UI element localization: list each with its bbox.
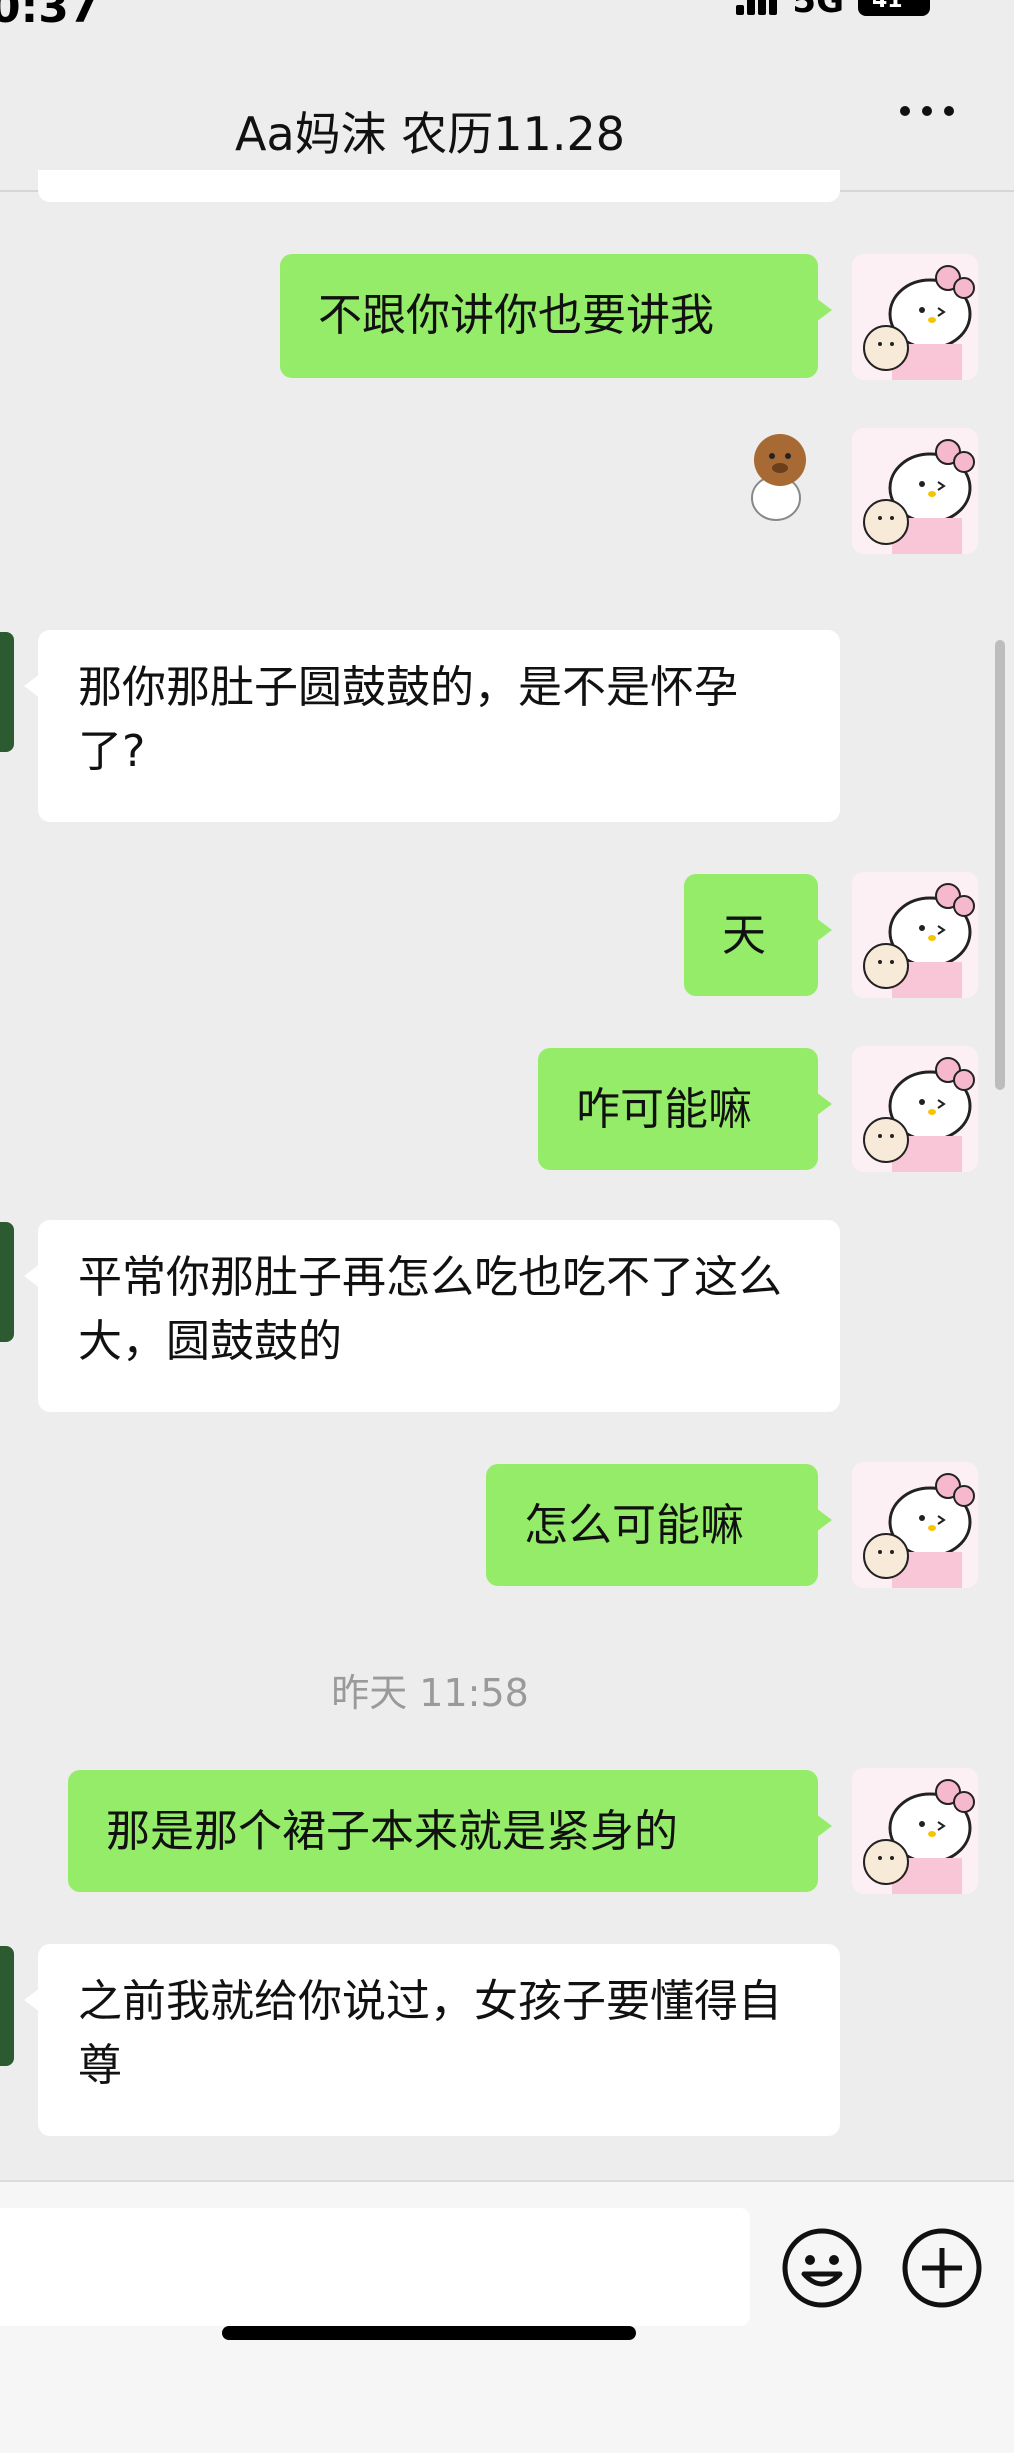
- peer-avatar[interactable]: [0, 1222, 14, 1342]
- input-bar: [0, 2180, 1014, 2453]
- message-text: 不跟你讲你也要讲我: [318, 290, 714, 341]
- peer-avatar[interactable]: [0, 632, 14, 752]
- home-indicator[interactable]: [222, 2326, 636, 2340]
- message-text: 平常你那肚子再怎么吃也吃不了这么大，圆鼓鼓的: [78, 1252, 782, 1367]
- hamster-sticker-icon[interactable]: [736, 430, 818, 530]
- hello-kitty-avatar-icon: [852, 1462, 978, 1588]
- message-text: 咋可能嘛: [576, 1084, 752, 1135]
- message-bubble-outgoing[interactable]: 天: [684, 874, 832, 996]
- message-bubble-incoming[interactable]: 平常你那肚子再怎么吃也吃不了这么大，圆鼓鼓的: [24, 1220, 840, 1412]
- self-avatar[interactable]: [852, 1768, 978, 1894]
- message-bubble-outgoing[interactable]: 不跟你讲你也要讲我: [280, 254, 832, 378]
- message-bubble-partial[interactable]: [38, 170, 840, 202]
- message-text: 怎么可能嘛: [524, 1500, 744, 1551]
- more-dots-icon[interactable]: [898, 100, 958, 124]
- chat-title: Aa妈沫 农历11.28: [235, 107, 625, 161]
- status-bar: 0:37 5G 41: [0, 0, 1014, 33]
- message-text: 那你那肚子圆鼓鼓的，是不是怀孕了?: [78, 662, 738, 777]
- hello-kitty-avatar-icon: [852, 1768, 978, 1894]
- battery-level: 41: [872, 0, 903, 13]
- self-avatar[interactable]: [852, 1462, 978, 1588]
- network-type: 5G: [792, 0, 844, 21]
- hello-kitty-avatar-icon: [852, 1046, 978, 1172]
- message-bubble-outgoing[interactable]: 咋可能嘛: [538, 1048, 832, 1170]
- emoji-smile-icon[interactable]: [780, 2226, 864, 2310]
- self-avatar[interactable]: [852, 872, 978, 998]
- status-indicators: 5G 41: [736, 0, 930, 21]
- self-avatar[interactable]: [852, 428, 978, 554]
- message-text: 那是那个裙子本来就是紧身的: [106, 1806, 678, 1857]
- message-bubble-incoming[interactable]: 之前我就给你说过，女孩子要懂得自尊: [24, 1944, 840, 2136]
- message-bubble-incoming[interactable]: 那你那肚子圆鼓鼓的，是不是怀孕了?: [24, 630, 840, 822]
- message-input[interactable]: [0, 2208, 750, 2326]
- signal-icon: [736, 0, 778, 15]
- message-text: 之前我就给你说过，女孩子要懂得自尊: [78, 1976, 782, 2091]
- hello-kitty-avatar-icon: [852, 254, 978, 380]
- message-bubble-outgoing[interactable]: 怎么可能嘛: [486, 1464, 832, 1586]
- status-time: 0:37: [0, 0, 100, 33]
- chat-scrollbar[interactable]: [995, 640, 1005, 1090]
- hello-kitty-avatar-icon: [852, 872, 978, 998]
- self-avatar[interactable]: [852, 1046, 978, 1172]
- chat-timestamp: 昨天 11:58: [331, 1671, 529, 1715]
- hello-kitty-avatar-icon: [852, 428, 978, 554]
- message-text: 天: [722, 910, 766, 961]
- peer-avatar[interactable]: [0, 1946, 14, 2066]
- battery-icon: 41: [858, 0, 930, 16]
- self-avatar[interactable]: [852, 254, 978, 380]
- message-bubble-outgoing[interactable]: 那是那个裙子本来就是紧身的: [68, 1770, 832, 1892]
- plus-circle-icon[interactable]: [900, 2226, 984, 2310]
